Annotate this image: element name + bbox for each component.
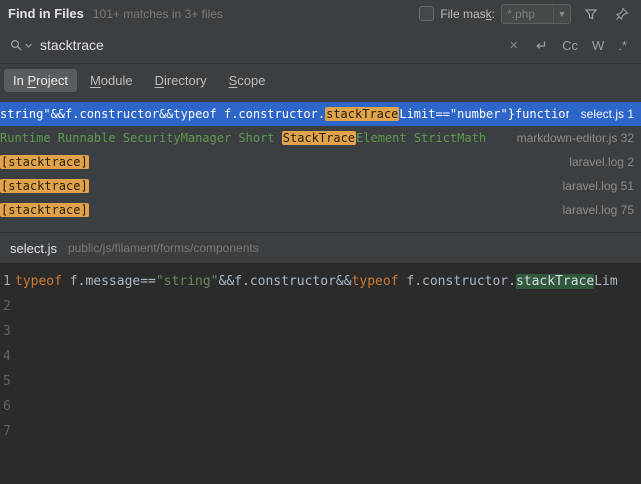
preview-file-header: select.js public/js/filament/forms/compo… <box>0 232 641 263</box>
result-text: [stacktrace] <box>0 155 557 169</box>
file-mask-combobox[interactable]: *.php ▼ <box>501 3 571 24</box>
code-token: "string" <box>155 274 219 289</box>
line-number: 1 <box>3 274 11 289</box>
find-in-files-dialog: Find in Files 101+ matches in 3+ files F… <box>0 0 641 484</box>
match-highlight: StackTrace <box>281 131 357 145</box>
line-number-gutter: 1 2 3 4 5 6 7 <box>0 269 15 484</box>
chevron-down-icon <box>25 43 32 48</box>
search-history-button[interactable] <box>10 39 32 52</box>
result-location: markdown-editor.js 32 <box>516 131 634 145</box>
match-highlight: [stacktrace] <box>0 203 89 217</box>
code-token: stackTrace <box>515 274 595 289</box>
line-number: 4 <box>3 349 11 364</box>
regex-toggle[interactable]: .* <box>618 38 627 53</box>
pin-button[interactable] <box>611 3 633 25</box>
file-mask-label: File mask: <box>440 6 495 21</box>
line-number: 3 <box>3 324 11 339</box>
dialog-header: Find in Files 101+ matches in 3+ files F… <box>0 0 641 27</box>
scope-tab-directory[interactable]: Directory <box>146 69 216 92</box>
newline-button[interactable] <box>532 37 548 53</box>
result-text: string"&&f.constructor&&typeof f.constru… <box>0 107 569 121</box>
match-case-toggle[interactable]: Cc <box>562 38 578 53</box>
chevron-down-icon[interactable]: ▼ <box>553 4 570 23</box>
line-number: 2 <box>3 299 11 314</box>
match-highlight: [stacktrace] <box>0 179 89 193</box>
result-text: [stacktrace] <box>0 179 551 193</box>
result-row[interactable]: [stacktrace] laravel.log 51 <box>0 174 641 198</box>
code-token: typeof <box>351 274 399 289</box>
search-options: × Cc W .* <box>509 37 631 54</box>
code-token: f.constructor. <box>398 274 516 289</box>
code-token: typeof <box>15 274 62 289</box>
pin-icon <box>615 6 629 20</box>
result-location: laravel.log 75 <box>562 203 634 217</box>
whole-words-toggle[interactable]: W <box>592 38 604 53</box>
preview-file-path: public/js/filament/forms/components <box>67 241 259 255</box>
code-token: Lim <box>594 274 618 289</box>
results-list: string"&&f.constructor&&typeof f.constru… <box>0 97 641 232</box>
code-preview[interactable]: 1 2 3 4 5 6 7 typeof f.message=="string"&&f.co… <box>0 263 641 484</box>
preview-file-name: select.js <box>10 240 57 256</box>
scope-tabs: In Project Module Directory Scope <box>0 64 641 97</box>
clear-search-button[interactable]: × <box>509 37 518 54</box>
filter-button[interactable] <box>580 3 602 25</box>
search-icon <box>10 39 22 50</box>
search-input[interactable]: stacktrace <box>40 37 501 53</box>
file-mask-area: File mask: *.php ▼ <box>419 3 571 24</box>
line-number: 5 <box>3 374 11 389</box>
scope-tab-module[interactable]: Module <box>81 69 142 92</box>
result-row[interactable]: Runtime Runnable SecurityManager Short S… <box>0 126 641 150</box>
result-text: [stacktrace] <box>0 203 551 217</box>
result-location: laravel.log 2 <box>569 155 634 169</box>
dialog-title: Find in Files <box>8 6 84 21</box>
search-row: stacktrace × Cc W .* <box>0 27 641 64</box>
filter-icon <box>584 8 598 19</box>
match-highlight: stackTrace <box>325 107 400 121</box>
scope-tab-scope[interactable]: Scope <box>220 69 275 92</box>
code-token: &&f.constructor&& <box>218 274 352 289</box>
match-highlight: [stacktrace] <box>0 155 89 169</box>
code-token: f.message== <box>61 274 156 289</box>
result-text: Runtime Runnable SecurityManager Short S… <box>0 131 487 145</box>
result-location: select.js 1 <box>580 107 634 121</box>
result-row[interactable]: [stacktrace] laravel.log 2 <box>0 150 641 174</box>
file-mask-checkbox[interactable] <box>419 6 435 21</box>
code-line: typeof f.message=="string"&&f.constructo… <box>15 269 641 294</box>
match-summary: 101+ matches in 3+ files <box>92 6 223 21</box>
result-location: laravel.log 51 <box>562 179 634 193</box>
line-number: 7 <box>3 424 11 439</box>
line-number: 6 <box>3 399 11 414</box>
code-area: typeof f.message=="string"&&f.constructo… <box>15 269 641 484</box>
newline-icon <box>535 41 545 49</box>
result-row[interactable]: string"&&f.constructor&&typeof f.constru… <box>0 102 641 126</box>
scope-tab-in-project[interactable]: In Project <box>4 69 77 92</box>
result-row[interactable]: [stacktrace] laravel.log 75 <box>0 198 641 222</box>
file-mask-value: *.php <box>507 6 536 21</box>
